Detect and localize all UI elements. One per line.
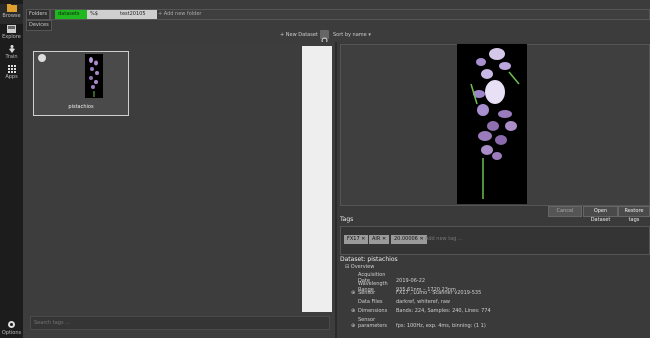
tag-chip-2[interactable]: AIR ✕ [369, 235, 390, 244]
explore-icon [7, 25, 16, 33]
breadcrumb: datasets %$ test20105 + Add new folder [50, 9, 650, 20]
scrollbar[interactable] [302, 46, 332, 312]
refresh-button[interactable] [320, 30, 329, 44]
folders-tab[interactable]: Folders [26, 9, 51, 20]
tree-row[interactable]: ⊕ Dimensions Bands: 224, Samples: 240, Lin… [345, 308, 645, 314]
expand-icon: ⊕ [351, 323, 356, 329]
search-input[interactable] [30, 316, 330, 330]
breadcrumb-item-datasets[interactable]: datasets [55, 10, 91, 19]
restore-tags-button[interactable]: Restore tags [618, 206, 650, 223]
sidebar-item-options[interactable]: Options [0, 320, 23, 338]
add-folder-button[interactable]: + Add new folder [155, 10, 205, 19]
apps-icon [7, 65, 16, 73]
dataset-card[interactable]: pistachios [33, 51, 129, 116]
expand-icon: ⊕ [351, 290, 356, 296]
sidebar-item-apps[interactable]: Apps [0, 65, 23, 83]
tags-title: Tags [340, 216, 354, 223]
expand-icon: ⊕ [351, 308, 356, 314]
tag-chip-3[interactable]: 20.00006 ✕ [391, 235, 427, 244]
sidebar-item-explore[interactable]: Explore [0, 25, 23, 43]
breadcrumb-item-2[interactable]: %$ [87, 10, 121, 19]
tree-overview[interactable]: ⊟ Overview [345, 264, 645, 270]
new-dataset-button[interactable]: + New Dataset [280, 32, 318, 38]
dataset-title: Dataset: pistachios [340, 256, 398, 263]
dataset-thumbnail [85, 54, 103, 98]
open-dataset-button[interactable]: Open Dataset [583, 206, 618, 223]
folder-icon [6, 4, 17, 12]
dataset-name: pistachios [68, 104, 94, 110]
sidebar-item-label: Train [5, 54, 18, 60]
add-tag-input[interactable]: Add new tag ... [425, 235, 463, 244]
sidebar-item-label: Browse [2, 13, 21, 19]
gear-icon [8, 321, 15, 328]
cancel-button[interactable]: Cancel [548, 206, 582, 217]
sort-dropdown[interactable]: Sort by name ▾ [333, 32, 371, 38]
sidebar-item-train[interactable]: Train [0, 45, 23, 63]
preview-image [457, 44, 527, 204]
sidebar-item-browse[interactable]: Browse [0, 4, 23, 24]
sidebar-item-label: Options [1, 330, 22, 336]
train-icon [8, 45, 15, 53]
breadcrumb-item-3[interactable]: test20105 [117, 10, 157, 19]
tree-row[interactable]: ⊕Sensor parameters fps: 100Hz, exp. 4ms, … [345, 317, 645, 329]
devices-tab[interactable]: Devices [26, 20, 52, 31]
tree-row[interactable]: ⊕ Sensor FX17 , Lumo - Scanner v2019-535 [345, 290, 645, 296]
sidebar: Browse Explore Train Apps Options [0, 0, 23, 338]
sidebar-item-label: Explore [2, 34, 21, 40]
tag-chip-1[interactable]: FX17 ✕ [344, 235, 369, 244]
check-icon [38, 54, 46, 62]
sidebar-item-label: Apps [5, 74, 18, 80]
tree-row: Data Files darkref, whiteref, raw [358, 299, 451, 305]
